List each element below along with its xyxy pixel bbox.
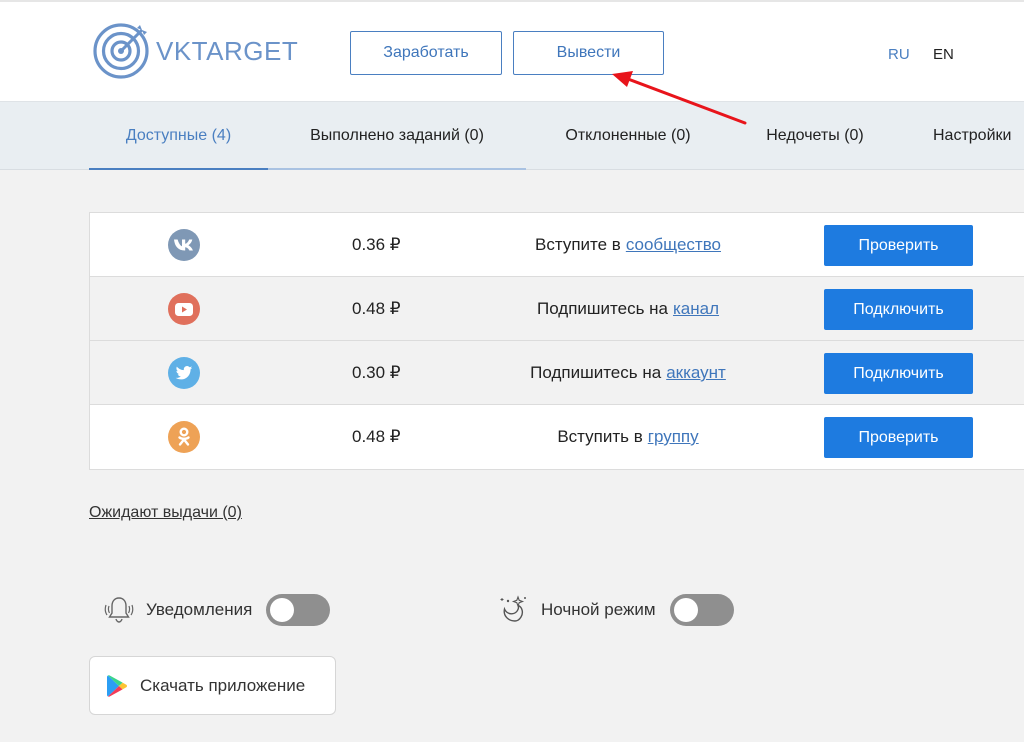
tasks-table: 0.36 ₽ Вступите в сообщество Проверить 0.… [89,212,1024,470]
connect-button[interactable]: Подключить [824,353,973,394]
task-text: Подпишитесь на [530,363,662,382]
task-text: Вступите в [535,235,621,254]
pending-payouts-link[interactable]: Ожидают выдачи (0) [89,504,242,522]
task-description: Вступите в сообщество [470,213,786,277]
channel-link[interactable]: канал [673,299,719,319]
moon-stars-icon [500,595,526,622]
account-link[interactable]: аккаунт [666,363,726,383]
tab-hover-indicator [268,168,526,170]
table-row: 0.30 ₽ Подпишитесь на аккаунт Подключить [90,341,1024,405]
download-app-label: Скачать приложение [140,675,306,695]
night-mode-setting: Ночной режим [497,592,734,628]
header: VKTARGET Заработать Вывести RU EN [0,0,1024,102]
task-text: Подпишитесь на [536,299,668,318]
table-row: 0.48 ₽ Подпишитесь на канал Подключить [90,277,1024,341]
earn-button[interactable]: Заработать [350,31,502,75]
task-price: 0.30 ₽ [352,363,401,382]
google-play-icon [107,674,127,697]
task-description: Подпишитесь на аккаунт [470,341,786,405]
task-description: Вступить в группу [470,405,786,469]
twitter-icon [168,357,200,389]
download-app-button[interactable]: Скачать приложение [89,656,336,715]
group-link[interactable]: группу [648,427,699,447]
tabs-bar: Доступные (4) Выполнено заданий (0) Откл… [0,102,1024,170]
lang-en-link[interactable]: EN [933,46,954,63]
check-button[interactable]: Проверить [824,417,973,458]
tab-rejected[interactable]: Отклоненные (0) [526,102,730,170]
vk-icon [168,229,200,261]
target-logo-icon [93,23,149,79]
tab-available[interactable]: Доступные (4) [89,102,268,170]
notifications-setting: Уведомления [102,592,331,628]
logo[interactable]: VKTARGET [90,20,298,82]
odnoklassniki-icon [168,421,200,453]
night-mode-label: Ночной режим [541,600,656,619]
withdraw-button[interactable]: Вывести [513,31,664,75]
task-text: Вступить в [557,427,643,446]
logo-text: VKTARGET [156,35,299,66]
active-tab-indicator [89,168,268,170]
table-row: 0.36 ₽ Вступите в сообщество Проверить [90,213,1024,277]
night-mode-toggle[interactable] [669,594,734,626]
notifications-label: Уведомления [146,600,253,619]
notifications-toggle[interactable] [266,594,331,626]
table-row: 0.48 ₽ Вступить в группу Проверить [90,405,1024,469]
tab-settings[interactable]: Настройки [900,102,1024,170]
community-link[interactable]: сообщество [626,235,721,255]
task-description: Подпишитесь на канал [470,277,786,341]
connect-button[interactable]: Подключить [824,289,973,330]
task-price: 0.48 ₽ [352,299,401,318]
task-price: 0.36 ₽ [352,235,401,254]
task-price: 0.48 ₽ [352,427,401,446]
bell-icon [104,597,134,623]
tab-shortcomings[interactable]: Недочеты (0) [730,102,900,170]
check-button[interactable]: Проверить [824,225,973,266]
lang-ru-link[interactable]: RU [888,46,910,63]
youtube-icon [168,293,200,325]
tab-completed[interactable]: Выполнено заданий (0) [268,102,526,170]
